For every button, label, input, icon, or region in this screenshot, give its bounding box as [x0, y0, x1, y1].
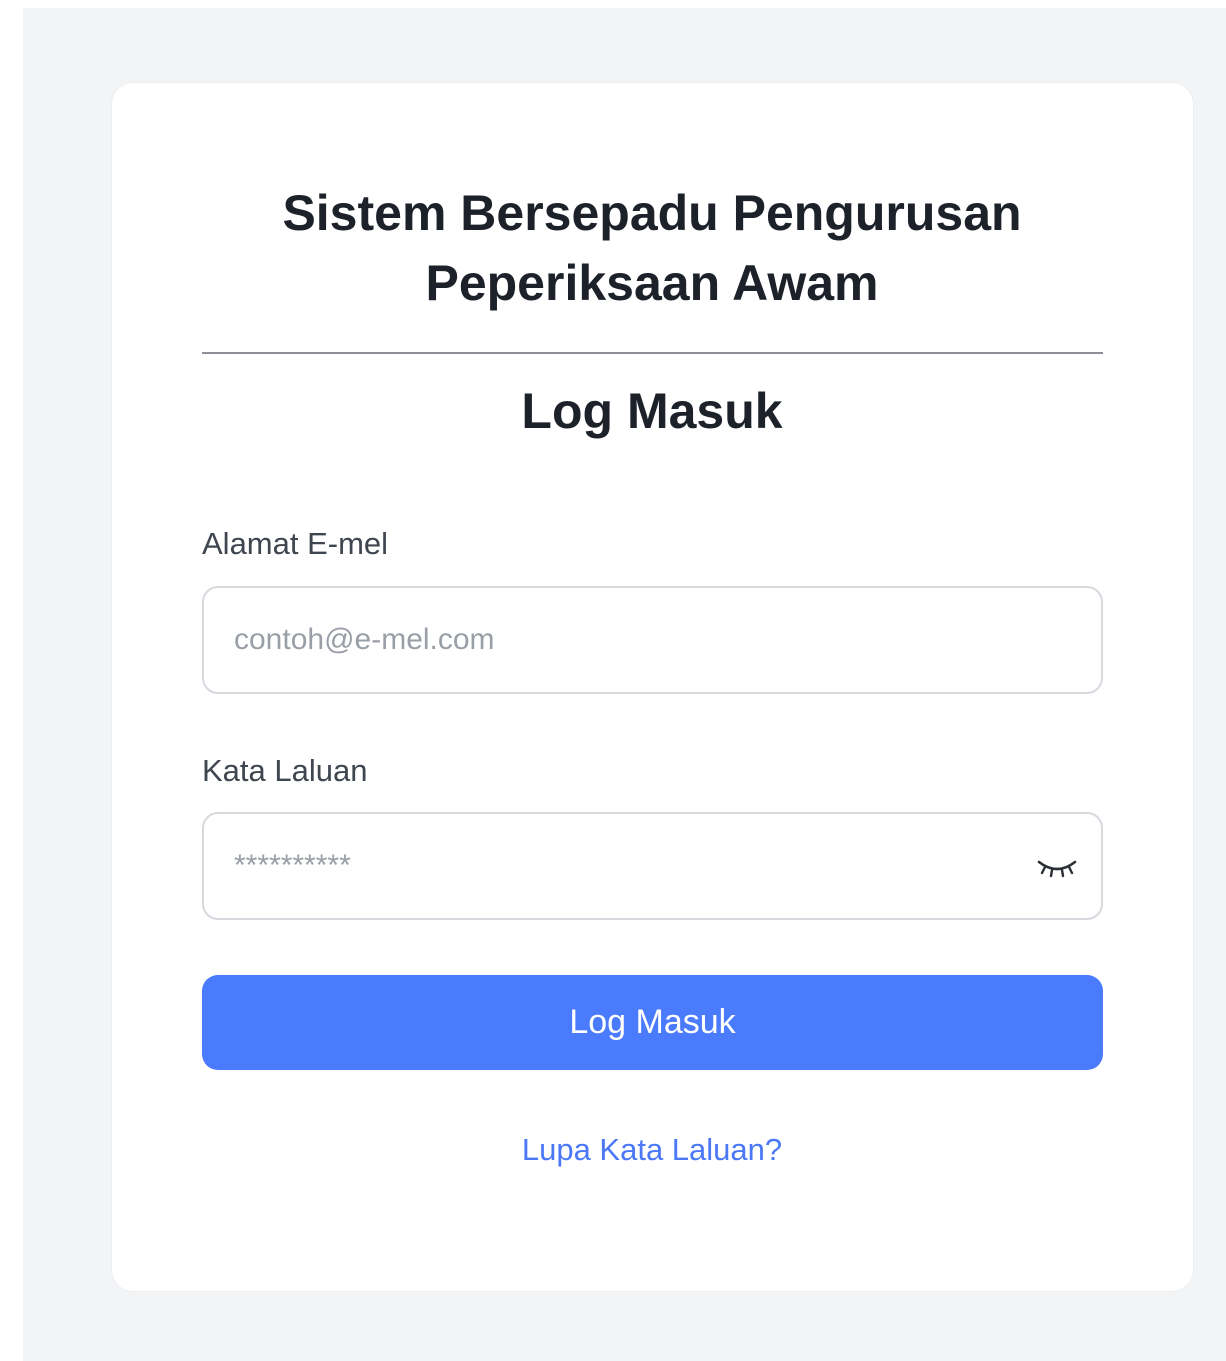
- password-field[interactable]: [234, 814, 1024, 918]
- forgot-password-link[interactable]: Lupa Kata Laluan?: [0, 1128, 1226, 1172]
- title-divider: [202, 352, 1103, 354]
- eye-closed-icon[interactable]: [1035, 852, 1079, 882]
- login-button[interactable]: Log Masuk: [202, 975, 1103, 1070]
- password-field-box: [202, 812, 1103, 920]
- login-heading: Log Masuk: [521, 383, 783, 439]
- system-title: Sistem Bersepadu Pengurusan Peperiksaan …: [282, 185, 1022, 311]
- password-label: Kata Laluan: [202, 753, 368, 788]
- email-field-box: [202, 586, 1103, 694]
- email-field[interactable]: [234, 588, 1024, 692]
- forgot-password-label: Lupa Kata Laluan?: [521, 1132, 783, 1167]
- email-label: Alamat E-mel: [202, 526, 389, 561]
